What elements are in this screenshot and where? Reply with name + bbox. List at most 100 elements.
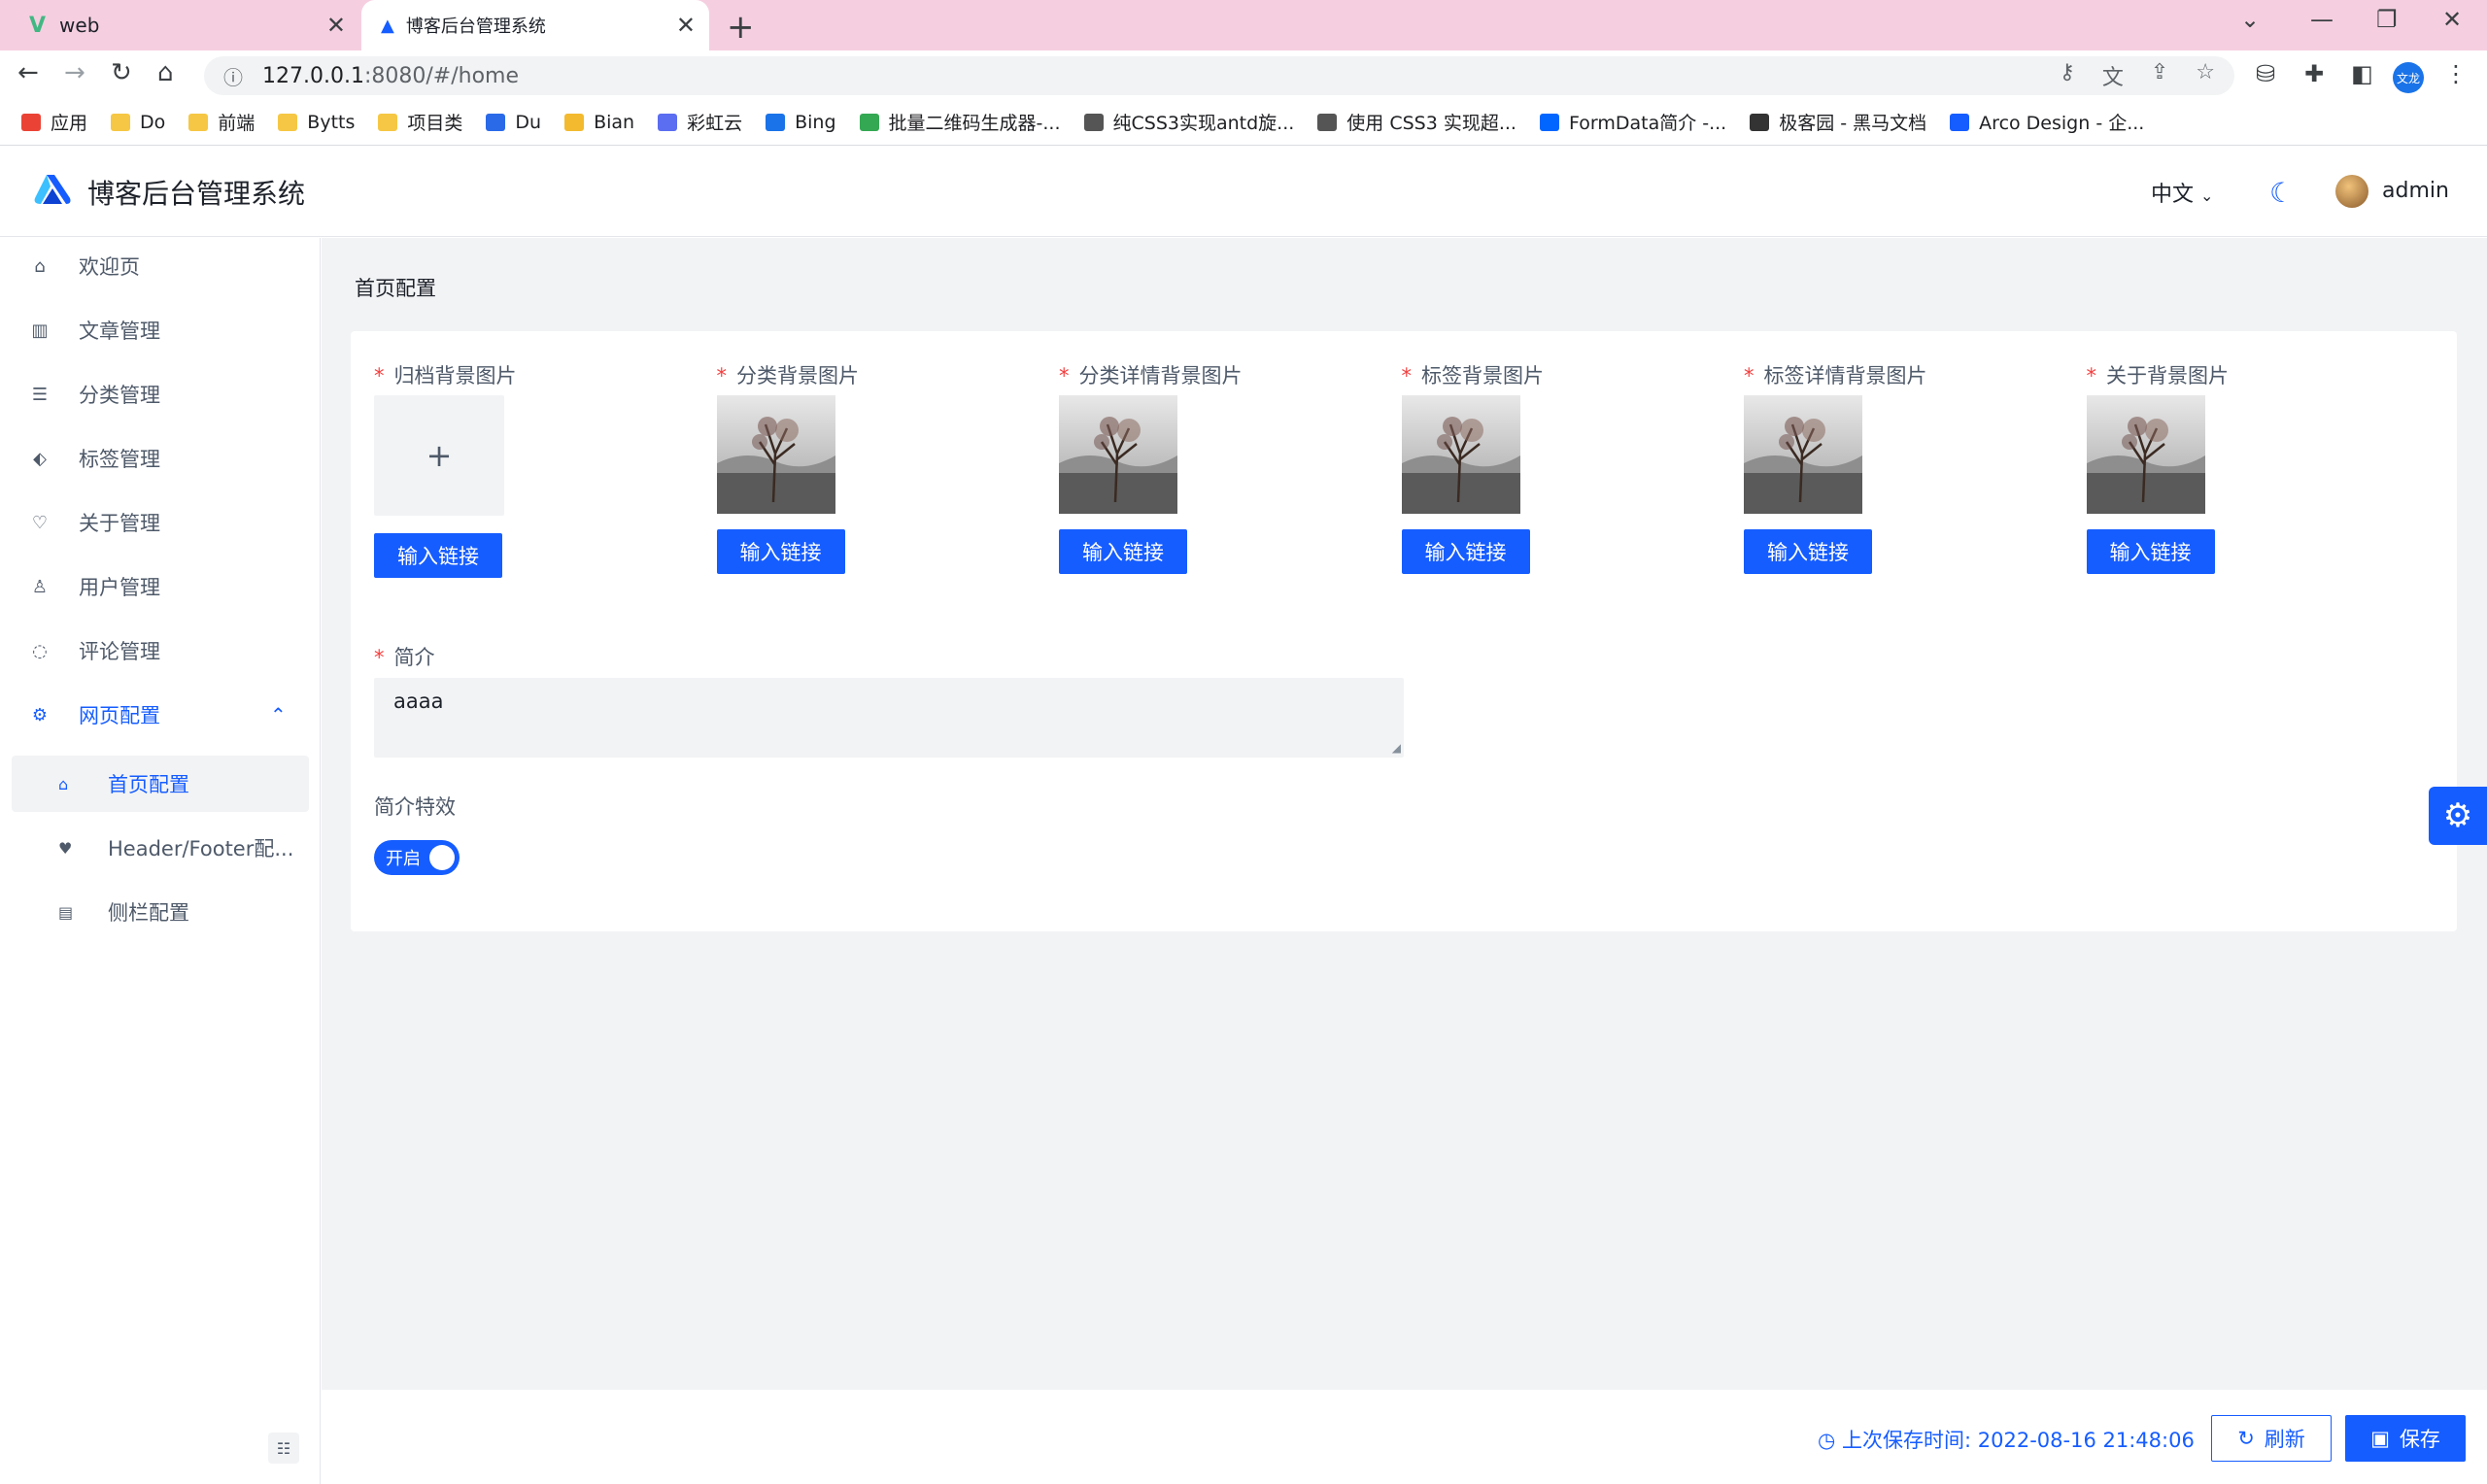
enter-link-button[interactable]: 输入链接 <box>1401 529 1530 574</box>
bookmark-item[interactable]: FormData简介 -... <box>1539 109 1726 135</box>
reload-icon[interactable]: ↻ <box>111 58 132 87</box>
bookmark-item[interactable]: Bytts <box>278 112 355 133</box>
browser-toolbar: ← → ↻ ⌂ ⓘ 127.0.0.1:8080/#/home ⚷ 文 ⇪ ☆ … <box>0 51 2487 99</box>
folder-icon <box>111 113 131 131</box>
image-thumbnail[interactable] <box>1744 395 1862 514</box>
image-upload[interactable]: + <box>374 395 504 516</box>
menu-dots-icon[interactable]: ⋮ <box>2444 60 2468 87</box>
tab-search-icon[interactable]: ⌄ <box>2240 6 2260 33</box>
key-icon[interactable]: ⚷ <box>2060 60 2075 91</box>
folder-icon <box>378 113 398 131</box>
required-mark: * <box>374 646 385 669</box>
extension-icon[interactable]: ⛁ <box>2256 60 2275 87</box>
save-button[interactable]: ▣ 保存 <box>2345 1415 2466 1462</box>
heart-icon: ♡ <box>31 512 49 533</box>
settings-fab-icon[interactable]: ⚙ <box>2429 787 2487 845</box>
enter-link-button[interactable]: 输入链接 <box>1744 529 1872 574</box>
share-icon[interactable]: ⇪ <box>2151 60 2168 91</box>
clock-icon: ◷ <box>1818 1429 1836 1452</box>
star-icon[interactable]: ☆ <box>2196 60 2215 91</box>
bookmark-item[interactable]: 项目类 <box>378 109 462 135</box>
sidebar-item-users[interactable]: ♙ 用户管理 <box>0 558 321 615</box>
image-thumbnail[interactable] <box>1059 395 1177 514</box>
window-close-icon[interactable]: ✕ <box>2442 6 2462 33</box>
tab-title: 博客后台管理系统 <box>405 17 546 37</box>
resize-handle-icon[interactable]: ◢ <box>1392 741 1401 755</box>
new-tab-icon[interactable]: + <box>727 8 755 47</box>
back-icon[interactable]: ← <box>17 58 39 87</box>
bookmark-item[interactable]: 批量二维码生成器-... <box>859 109 1061 135</box>
refresh-button[interactable]: ↻ 刷新 <box>2211 1415 2332 1462</box>
settings-icon: ⚙ <box>31 704 49 725</box>
bookmark-item[interactable]: Bian <box>564 112 634 133</box>
sidebar-item-categories[interactable]: ☰ 分类管理 <box>0 366 321 422</box>
sidebar-item-articles[interactable]: ▥ 文章管理 <box>0 302 321 358</box>
sidebar-item-tags[interactable]: ⬖ 标签管理 <box>0 430 321 487</box>
heart-icon: ♥ <box>58 838 73 858</box>
bookmark-item[interactable]: Bing <box>766 112 836 133</box>
translate-icon <box>486 113 506 131</box>
browser-tab-active[interactable]: ▲ 博客后台管理系统 ✕ <box>361 0 709 51</box>
translate-icon[interactable]: 文 <box>2102 60 2124 91</box>
bookmark-item[interactable]: Do <box>111 112 165 133</box>
refresh-icon: ↻ <box>2237 1427 2255 1450</box>
home-icon: ⌂ <box>58 774 69 793</box>
effect-switch[interactable]: 开启 <box>374 840 460 875</box>
language-select[interactable]: 中文 ⌄ <box>2151 177 2213 208</box>
site-info-icon[interactable]: ⓘ <box>223 62 243 90</box>
bookmark-item[interactable]: 极客园 - 黑马文档 <box>1750 109 1926 135</box>
restore-icon[interactable]: ❐ <box>2376 6 2398 33</box>
image-thumbnail[interactable] <box>1401 395 1520 514</box>
sidebar-item-comments[interactable]: ◌ 评论管理 <box>0 623 321 679</box>
bookmark-item[interactable]: 纯CSS3实现antd旋... <box>1083 109 1294 135</box>
side-panel-icon[interactable]: ◧ <box>2351 60 2373 87</box>
enter-link-button[interactable]: 输入链接 <box>2086 529 2215 574</box>
image-field: * 分类详情背景图片 输入链接 <box>1059 360 1243 574</box>
username[interactable]: admin <box>2382 179 2449 203</box>
intro-textarea[interactable]: aaaa ◢ <box>374 678 1404 758</box>
bookmark-item[interactable]: 应用 <box>21 109 87 135</box>
required-mark: * <box>1401 364 1413 388</box>
browser-tab-web[interactable]: V web ✕ <box>0 0 359 51</box>
plus-icon: + <box>426 437 453 474</box>
image-field-label: * 标签背景图片 <box>1401 364 1545 388</box>
list-icon: ☰ <box>31 384 49 405</box>
image-thumbnail[interactable] <box>716 395 835 514</box>
image-thumbnail[interactable] <box>2086 395 2205 514</box>
image-field: * 标签背景图片输入链接 <box>1401 360 1545 574</box>
sidebar-subitem-header-footer[interactable]: ♥ Header/Footer配... <box>12 820 309 876</box>
collapse-sidebar-icon[interactable]: ☷ <box>268 1433 299 1464</box>
github-icon <box>1750 113 1770 131</box>
sidebar-item-web-config[interactable]: ⚙ 网页配置 ⌃ <box>0 687 321 743</box>
sidebar-subitem-side-config[interactable]: ▤ 侧栏配置 <box>12 884 309 940</box>
sidebar-item-welcome[interactable]: ⌂ 欢迎页 <box>0 238 321 294</box>
vue-logo-icon: V <box>29 13 47 38</box>
close-tab-icon[interactable]: ✕ <box>676 12 696 39</box>
breadcrumb: 首页配置 <box>355 277 436 300</box>
home-icon[interactable]: ⌂ <box>157 58 174 87</box>
enter-link-button[interactable]: 输入链接 <box>716 529 845 574</box>
close-tab-icon[interactable]: ✕ <box>326 12 346 39</box>
bookmark-item[interactable]: 前端 <box>188 109 255 135</box>
bookmark-item[interactable]: Arco Design - 企... <box>1950 109 2144 135</box>
bookmark-item[interactable]: Du <box>486 112 541 133</box>
image-field-label: * 关于背景图片 <box>2086 364 2230 388</box>
avatar[interactable] <box>2335 175 2368 208</box>
sidebar-item-about[interactable]: ♡ 关于管理 <box>0 494 321 551</box>
sidebar-subitem-home-config[interactable]: ⌂ 首页配置 <box>12 756 309 812</box>
profile-avatar[interactable]: 文龙 <box>2393 62 2424 93</box>
puzzle-icon[interactable]: ✚ <box>2304 60 2324 87</box>
forward-icon[interactable]: → <box>64 58 85 87</box>
bookmark-item[interactable]: 彩虹云 <box>658 109 742 135</box>
moon-icon[interactable]: ☾ <box>2269 177 2294 209</box>
effect-label: 简介特效 <box>374 795 456 819</box>
address-bar[interactable]: ⓘ 127.0.0.1:8080/#/home ⚷ 文 ⇪ ☆ <box>204 56 2234 95</box>
bookmark-item[interactable]: 使用 CSS3 实现超... <box>1317 109 1516 135</box>
minimize-icon[interactable]: — <box>2310 6 2334 33</box>
cloud-icon <box>658 113 678 131</box>
tree-landscape-image <box>1744 395 1862 514</box>
enter-link-button[interactable]: 输入链接 <box>374 533 502 578</box>
switch-knob <box>429 845 455 870</box>
enter-link-button[interactable]: 输入链接 <box>1059 529 1187 574</box>
required-mark: * <box>2086 364 2097 388</box>
